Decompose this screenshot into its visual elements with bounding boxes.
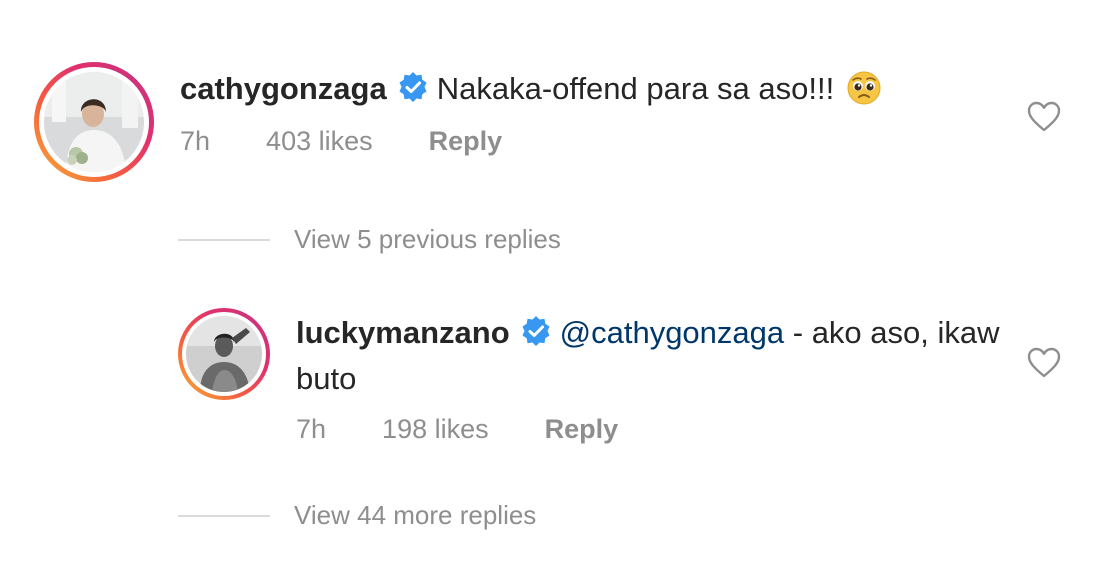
username[interactable]: cathygonzaga [180,71,387,106]
comment-content: cathygonzaga Nakaka-offend para sa aso!!! [180,68,881,157]
comment-meta: 7h 198 likes Reply [296,414,1016,445]
view-previous-label[interactable]: View 5 previous replies [294,224,561,255]
heart-icon[interactable] [1027,347,1061,384]
comment-thread: cathygonzaga Nakaka-offend para sa aso!!! [0,0,1120,577]
view-more-replies[interactable]: View 44 more replies [178,500,536,531]
comment-time: 7h [296,414,327,444]
username[interactable]: luckymanzano [296,315,510,350]
avatar-photo [186,316,262,392]
view-previous-replies[interactable]: View 5 previous replies [178,224,561,255]
avatar-luckymanzano-image [186,316,262,392]
divider-line [178,514,270,517]
comment-cathygonzaga: cathygonzaga Nakaka-offend para sa aso!!! [34,62,881,182]
avatar-cathygonzaga-image [44,72,144,172]
comment-content: luckymanzano @cathygonzaga - ako aso, ika… [296,312,1016,445]
avatar-photo [44,72,144,172]
avatar-luckymanzano[interactable] [178,308,270,400]
verified-badge-icon [397,71,429,114]
heart-icon[interactable] [1027,101,1061,138]
comment-luckymanzano: luckymanzano @cathygonzaga - ako aso, ika… [178,308,1016,445]
comment-text-line: luckymanzano @cathygonzaga - ako aso, ika… [296,312,1016,400]
mention-link[interactable]: @cathygonzaga [560,315,785,350]
pleading-face-emoji [847,71,881,116]
view-more-label[interactable]: View 44 more replies [294,500,536,531]
divider-line [178,238,270,241]
avatar-gap [39,67,149,177]
comment-meta: 7h 403 likes Reply [180,126,881,157]
comment-time: 7h [180,126,211,156]
comment-body: Nakaka-offend para sa aso!!! [436,71,835,106]
avatar-cathygonzaga[interactable] [34,62,154,182]
comment-likes[interactable]: 403 likes [266,126,373,157]
reply-button[interactable]: Reply [545,414,619,445]
comment-text-line: cathygonzaga Nakaka-offend para sa aso!!! [180,68,881,116]
verified-badge-icon [520,315,552,358]
avatar-gap [182,312,266,396]
reply-button[interactable]: Reply [429,126,503,157]
comment-likes[interactable]: 198 likes [382,414,489,445]
